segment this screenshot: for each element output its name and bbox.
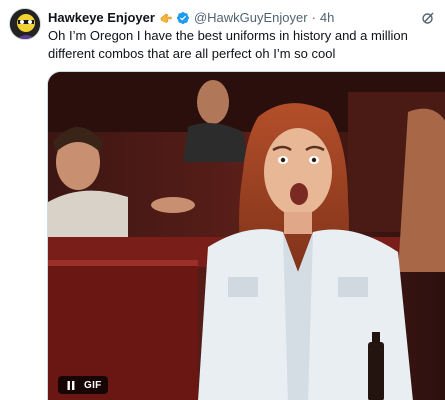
grok-icon[interactable] [419, 9, 437, 27]
tweet-timestamp[interactable]: 4h [320, 9, 334, 27]
gif-controls: GIF [58, 376, 108, 394]
author-handle[interactable]: @HawkGuyEnjoyer [194, 9, 308, 27]
separator-dot: · [311, 10, 316, 25]
avatar-image [10, 9, 40, 39]
gif-media[interactable]: GIF [47, 71, 445, 400]
pause-icon[interactable] [64, 376, 78, 394]
tweet-text: Oh I’m Oregon I have the best uniforms i… [48, 28, 408, 61]
pointing-hand-emoji [159, 11, 173, 25]
tweet-header: Hawkeye Enjoyer @HawkGuyEnjoyer · 4h [48, 9, 437, 27]
tweet-card[interactable]: Hawkeye Enjoyer @HawkGuyEnjoyer · 4h Oh … [0, 0, 445, 400]
display-name[interactable]: Hawkeye Enjoyer [48, 9, 155, 27]
gif-badge: GIF [84, 379, 102, 391]
avatar[interactable] [9, 8, 41, 40]
gif-frame-image [48, 72, 445, 400]
verified-badge-icon [176, 11, 190, 25]
